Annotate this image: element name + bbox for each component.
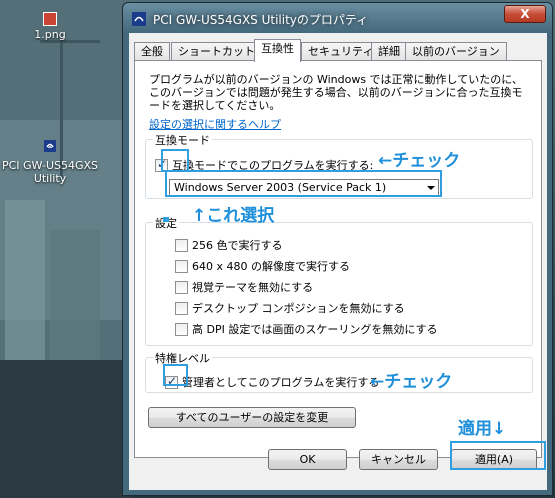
apply-button-highlight — [450, 441, 546, 470]
select-highlight — [165, 170, 442, 197]
all-users-button[interactable]: すべてのユーザーの設定を変更 — [148, 407, 356, 428]
admin-checkbox-label: 管理者としてこのプログラムを実行する — [182, 376, 380, 389]
compatibility-panel: プログラムが以前のバージョンの Windows では正常に動作していたのに、この… — [134, 60, 542, 458]
image-file-icon — [43, 12, 57, 26]
tab-details[interactable]: 詳細 — [371, 42, 407, 61]
help-link[interactable]: 設定の選択に関するヘルプ — [149, 116, 281, 132]
setting-option[interactable]: 640 x 480 の解像度で実行する — [175, 258, 350, 274]
ok-button[interactable]: OK — [268, 449, 347, 470]
setting-option[interactable]: 高 DPI 設定では画面のスケーリングを無効にする — [175, 321, 437, 337]
setting-option-label: 高 DPI 設定では画面のスケーリングを無効にする — [192, 323, 438, 336]
tab-security[interactable]: セキュリティ — [301, 42, 381, 61]
apply-note: 適用↓ — [458, 419, 507, 439]
close-button[interactable]: X — [504, 5, 546, 23]
desktop-wallpaper — [0, 0, 130, 498]
settings-group-marker — [163, 217, 169, 222]
setting-option[interactable]: 視覚テーマを無効にする — [175, 279, 313, 295]
wireless-utility-icon — [44, 140, 56, 152]
tab-general[interactable]: 全般 — [134, 42, 170, 61]
check-note-2: ←チェック — [370, 372, 453, 392]
tab-previous-versions[interactable]: 以前のバージョン — [405, 42, 507, 61]
tab-compatibility[interactable]: 互換性 — [254, 39, 301, 62]
setting-option-label: デスクトップ コンポジションを無効にする — [192, 302, 405, 315]
setting-option-label: 640 x 480 の解像度で実行する — [192, 260, 350, 273]
setting-option-label: 視覚テーマを無効にする — [192, 281, 314, 294]
admin-checkbox-highlight — [163, 364, 188, 386]
checkbox-highlight — [161, 149, 189, 172]
setting-checkbox[interactable] — [175, 238, 188, 252]
setting-option[interactable]: 256 色で実行する — [175, 237, 283, 253]
admin-checkbox-row[interactable]: 管理者としてこのプログラムを実行する — [165, 374, 379, 390]
select-note: ↑これ選択 — [192, 206, 275, 226]
setting-option[interactable]: デスクトップ コンポジションを無効にする — [175, 300, 405, 316]
tab-shortcut[interactable]: ショートカット — [171, 42, 262, 61]
cancel-button[interactable]: キャンセル — [359, 449, 438, 470]
desktop-icon-label: PCI GW-US54GXS Utility — [1, 159, 99, 185]
setting-option-label: 256 色で実行する — [192, 239, 283, 252]
window-title: PCI GW-US54GXS Utilityのプロパティ — [153, 13, 369, 27]
setting-checkbox[interactable] — [175, 301, 188, 315]
setting-checkbox[interactable] — [175, 259, 188, 273]
wireless-utility-icon — [132, 12, 146, 26]
setting-checkbox[interactable] — [175, 280, 188, 294]
compat-mode-group-label: 互換モード — [153, 132, 212, 148]
desktop-icon-png[interactable]: 1.png — [0, 12, 100, 41]
check-note-1: ←チェック — [378, 151, 461, 171]
compat-description: プログラムが以前のバージョンの Windows では正常に動作していたのに、この… — [149, 73, 523, 112]
title-bar[interactable]: PCI GW-US54GXS Utilityのプロパティ X — [123, 3, 552, 33]
desktop-icon-label: 1.png — [34, 28, 66, 41]
desktop-icon-utility[interactable]: PCI GW-US54GXS Utility — [0, 138, 100, 185]
setting-checkbox[interactable] — [175, 322, 188, 336]
